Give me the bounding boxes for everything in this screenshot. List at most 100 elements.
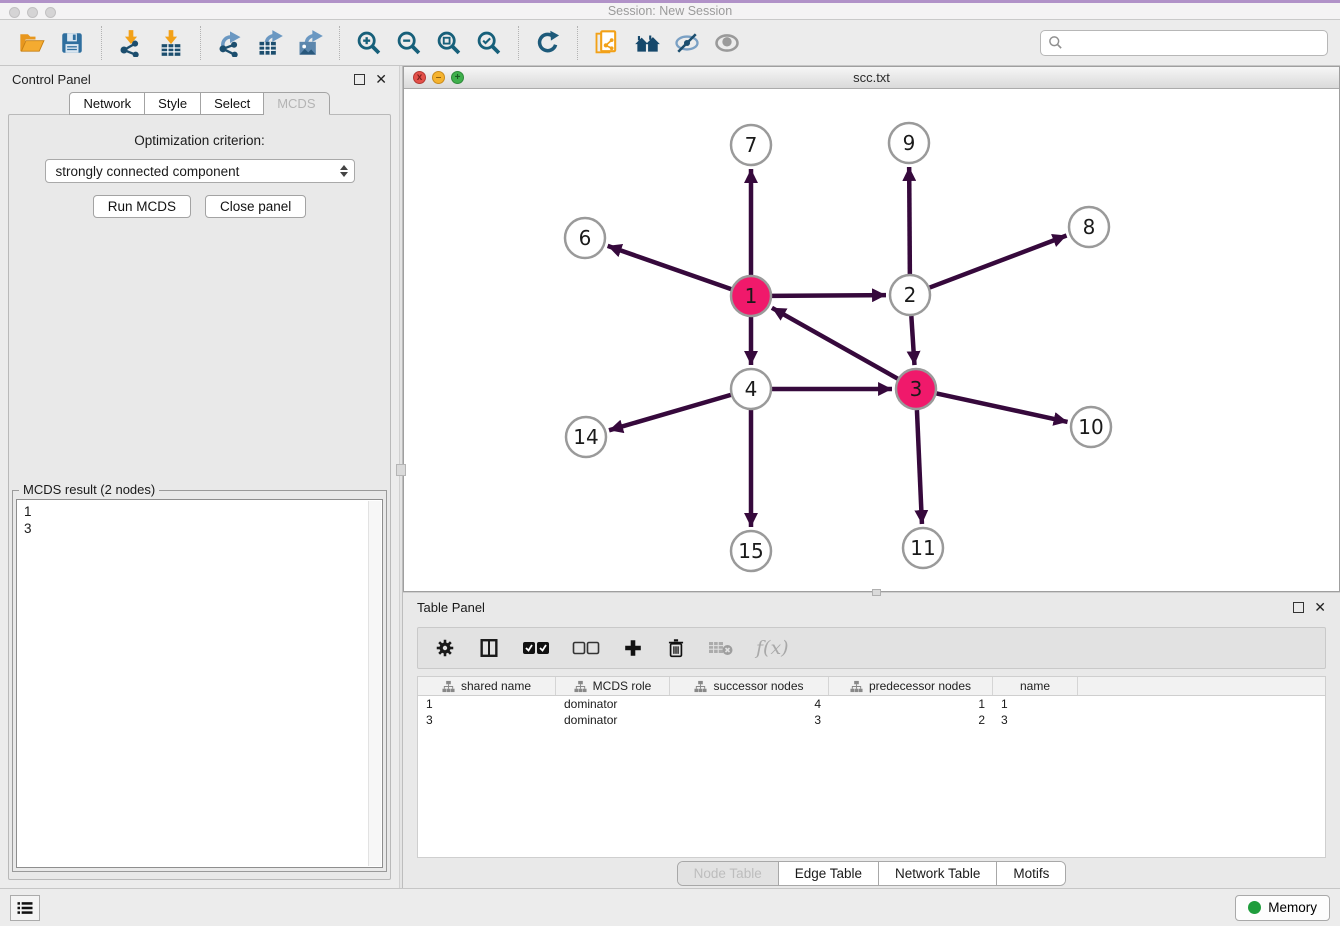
- graph-node-8[interactable]: 8: [1069, 207, 1109, 247]
- table-row[interactable]: 1dominator411: [418, 696, 1325, 712]
- graph-node-9[interactable]: 9: [889, 123, 929, 163]
- select-all-columns-icon[interactable]: [522, 640, 550, 656]
- graph-node-6[interactable]: 6: [565, 218, 605, 258]
- hide-selected-icon[interactable]: [670, 26, 704, 60]
- cell-successor-nodes[interactable]: 4: [670, 696, 829, 712]
- save-session-icon[interactable]: [55, 26, 89, 60]
- control-panel: Control Panel ✕ NetworkStyleSelectMCDS O…: [0, 66, 399, 888]
- show-all-icon: [710, 26, 744, 60]
- zoom-out-icon[interactable]: [392, 26, 426, 60]
- tab-select[interactable]: Select: [201, 92, 264, 115]
- table-tabs: Node TableEdge TableNetwork TableMotifs: [677, 861, 1067, 886]
- zoom-selected-icon[interactable]: [472, 26, 506, 60]
- column-header-mcds-role[interactable]: MCDS role: [556, 677, 670, 695]
- graph-edge-2-8[interactable]: [930, 236, 1067, 288]
- node-table: shared nameMCDS rolesuccessor nodes prede…: [417, 676, 1326, 858]
- column-header-name[interactable]: name: [993, 677, 1078, 695]
- network-canvas[interactable]: 7 9 6 8 1 2 4 3 14 10 15 11: [404, 89, 1339, 591]
- first-neighbors-icon[interactable]: [630, 26, 664, 60]
- search-input[interactable]: [1068, 35, 1320, 50]
- graph-edge-3-11[interactable]: [917, 410, 922, 524]
- run-mcds-button[interactable]: Run MCDS: [93, 195, 191, 218]
- show-panels-list-button[interactable]: [10, 895, 40, 921]
- main-toolbar: [0, 20, 1340, 66]
- export-network-icon[interactable]: [213, 26, 247, 60]
- graph-node-1[interactable]: 1: [731, 276, 771, 316]
- graph-node-10[interactable]: 10: [1071, 407, 1111, 447]
- export-table-icon[interactable]: [253, 26, 287, 60]
- table-row[interactable]: 3dominator323: [418, 712, 1325, 728]
- tab-motifs[interactable]: Motifs: [997, 862, 1065, 885]
- network-close-button[interactable]: x: [413, 71, 426, 84]
- close-panel-icon[interactable]: ✕: [375, 74, 387, 85]
- window-title: Session: New Session: [0, 4, 1340, 18]
- select-stepper-icon: [340, 165, 348, 177]
- tab-node-table[interactable]: Node Table: [678, 862, 779, 885]
- control-panel-tabs: NetworkStyleSelectMCDS: [0, 92, 399, 115]
- graph-node-14[interactable]: 14: [566, 417, 606, 457]
- import-network-icon[interactable]: [114, 26, 148, 60]
- svg-text:14: 14: [573, 425, 598, 449]
- cell-successor-nodes[interactable]: 3: [670, 712, 829, 728]
- network-window-titlebar[interactable]: x – + scc.txt: [404, 67, 1339, 89]
- column-label: predecessor nodes: [869, 679, 971, 693]
- network-maximize-button[interactable]: +: [451, 71, 464, 84]
- graph-edge-1-2[interactable]: [772, 295, 886, 296]
- graph-node-11[interactable]: 11: [903, 528, 943, 568]
- graph-node-4[interactable]: 4: [731, 369, 771, 409]
- tab-network[interactable]: Network: [69, 92, 145, 115]
- graph-node-2[interactable]: 2: [890, 275, 930, 315]
- graph-edge-2-3[interactable]: [911, 316, 914, 365]
- deselect-all-columns-icon[interactable]: [572, 640, 600, 656]
- show-column-panel-icon[interactable]: [478, 637, 500, 659]
- search-box[interactable]: [1040, 30, 1328, 56]
- graph-edge-4-14[interactable]: [609, 395, 731, 430]
- delete-column-icon[interactable]: [666, 637, 686, 659]
- close-panel-button[interactable]: Close panel: [205, 195, 306, 218]
- mcds-result-text[interactable]: 13: [16, 499, 383, 868]
- cell-shared-name[interactable]: 1: [418, 696, 556, 712]
- refresh-icon[interactable]: [531, 26, 565, 60]
- toolbar-separator: [577, 26, 578, 60]
- zoom-fit-icon[interactable]: [432, 26, 466, 60]
- graph-edge-3-1[interactable]: [772, 308, 898, 379]
- cell-shared-name[interactable]: 3: [418, 712, 556, 728]
- criterion-select[interactable]: strongly connected component: [45, 159, 355, 183]
- graph-edge-2-9[interactable]: [909, 167, 910, 274]
- tab-network-table[interactable]: Network Table: [879, 862, 997, 885]
- tab-mcds[interactable]: MCDS: [264, 92, 329, 115]
- graph-node-7[interactable]: 7: [731, 125, 771, 165]
- cell-predecessor-nodes[interactable]: 2: [829, 712, 993, 728]
- column-header-shared-name[interactable]: shared name: [418, 677, 556, 695]
- memory-button[interactable]: Memory: [1235, 895, 1330, 921]
- graph-edge-3-10[interactable]: [937, 393, 1068, 421]
- cell-name[interactable]: 3: [993, 712, 1078, 728]
- column-header-predecessor-nodes[interactable]: predecessor nodes: [829, 677, 993, 695]
- zoom-in-icon[interactable]: [352, 26, 386, 60]
- graph-node-3[interactable]: 3: [896, 369, 936, 409]
- network-window-controls: x – +: [413, 71, 464, 84]
- cell-mcds-role[interactable]: dominator: [556, 696, 670, 712]
- graph-edge-1-6[interactable]: [608, 246, 732, 289]
- network-minimize-button[interactable]: –: [432, 71, 445, 84]
- create-column-icon[interactable]: [622, 637, 644, 659]
- new-network-from-selection-icon[interactable]: [590, 26, 624, 60]
- close-table-panel-icon[interactable]: ✕: [1314, 602, 1326, 613]
- table-settings-gear-icon[interactable]: [434, 637, 456, 659]
- table-panel: Table Panel ✕: [403, 592, 1340, 888]
- open-session-icon[interactable]: [15, 26, 49, 60]
- column-header-successor-nodes[interactable]: successor nodes: [670, 677, 829, 695]
- cell-mcds-role[interactable]: dominator: [556, 712, 670, 728]
- float-table-panel-icon[interactable]: [1293, 602, 1304, 613]
- tab-edge-table[interactable]: Edge Table: [779, 862, 879, 885]
- graph-node-15[interactable]: 15: [731, 531, 771, 571]
- result-scrollbar[interactable]: [368, 501, 381, 866]
- optimization-criterion-label: Optimization criterion:: [134, 133, 265, 148]
- float-panel-icon[interactable]: [354, 74, 365, 85]
- export-image-icon[interactable]: [293, 26, 327, 60]
- cell-predecessor-nodes[interactable]: 1: [829, 696, 993, 712]
- cell-name[interactable]: 1: [993, 696, 1078, 712]
- horizontal-splitter-handle[interactable]: [872, 589, 881, 596]
- import-table-icon[interactable]: [154, 26, 188, 60]
- tab-style[interactable]: Style: [145, 92, 201, 115]
